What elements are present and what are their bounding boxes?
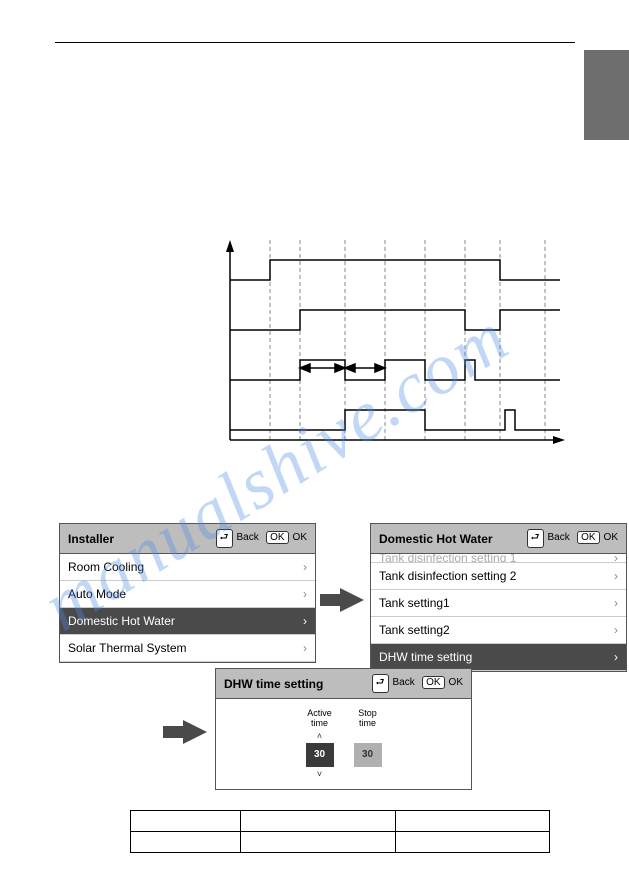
- dhw-header-actions: ⮐ Back OK OK: [523, 529, 618, 548]
- time-header: DHW time setting ⮐ Back OK OK: [216, 669, 471, 699]
- installer-panel: Installer ⮐ Back OK OK Room Cooling › Auto …: [59, 523, 316, 663]
- chevron-right-icon: ›: [614, 554, 618, 563]
- installer-header: Installer ⮐ Back OK OK: [60, 524, 315, 554]
- chevron-right-icon: ›: [614, 569, 618, 583]
- chevron-right-icon: ›: [303, 641, 307, 655]
- menu-item-label: Solar Thermal System: [68, 641, 186, 655]
- chevron-right-icon: ›: [614, 623, 618, 637]
- flow-arrow-icon: [183, 720, 207, 744]
- back-icon[interactable]: ⮐: [372, 674, 389, 693]
- menu-room-cooling[interactable]: Room Cooling ›: [60, 554, 315, 581]
- ok-label: OK: [604, 532, 618, 543]
- stop-time-col: Stop time ˄ 30 ˅: [354, 709, 382, 779]
- back-label: Back: [237, 532, 259, 543]
- menu-tank-disinfection-1[interactable]: Tank disinfection setting 1 ›: [371, 554, 626, 563]
- active-time-col: Active time ˄ 30 ˅: [306, 709, 334, 779]
- flow-arrow-body: [163, 726, 183, 738]
- ok-icon[interactable]: OK: [577, 531, 599, 544]
- back-label: Back: [548, 532, 570, 543]
- menu-item-label: Tank disinfection setting 2: [379, 569, 516, 583]
- chevron-right-icon: ›: [303, 560, 307, 574]
- dhw-panel: Domestic Hot Water ⮐ Back OK OK Tank disin…: [370, 523, 627, 672]
- installer-title: Installer: [68, 532, 114, 546]
- menu-item-label: Tank setting2: [379, 623, 450, 637]
- menu-tank-disinfection-2[interactable]: Tank disinfection setting 2 ›: [371, 563, 626, 590]
- menu-dhw-time-setting[interactable]: DHW time setting ›: [371, 644, 626, 671]
- menu-domestic-hot-water[interactable]: Domestic Hot Water ›: [60, 608, 315, 635]
- menu-item-label: Room Cooling: [68, 560, 144, 574]
- time-header-actions: ⮐ Back OK OK: [368, 674, 463, 693]
- dhw-title: Domestic Hot Water: [379, 532, 493, 546]
- table-row: [131, 832, 550, 853]
- back-icon[interactable]: ⮐: [216, 529, 233, 548]
- ok-label: OK: [449, 677, 463, 688]
- menu-item-label: Auto Mode: [68, 587, 126, 601]
- stop-time-value[interactable]: 30: [354, 743, 382, 767]
- menu-item-label: DHW time setting: [379, 650, 472, 664]
- menu-item-label: Domestic Hot Water: [68, 614, 175, 628]
- empty-table: [130, 810, 550, 853]
- chevron-right-icon: ›: [303, 587, 307, 601]
- menu-auto-mode[interactable]: Auto Mode ›: [60, 581, 315, 608]
- ok-icon[interactable]: OK: [422, 676, 444, 689]
- top-divider: [55, 42, 575, 43]
- time-title: DHW time setting: [224, 677, 323, 691]
- caret-down-icon[interactable]: ˅: [317, 769, 322, 779]
- menu-tank-setting-2[interactable]: Tank setting2 ›: [371, 617, 626, 644]
- active-time-label: Active time: [307, 709, 332, 729]
- chevron-right-icon: ›: [614, 650, 618, 664]
- dhw-time-panel: DHW time setting ⮐ Back OK OK Active time …: [215, 668, 472, 790]
- table-row: [131, 811, 550, 832]
- back-icon[interactable]: ⮐: [527, 529, 544, 548]
- menu-solar-thermal[interactable]: Solar Thermal System ›: [60, 635, 315, 662]
- flow-arrow-body: [320, 594, 340, 606]
- installer-header-actions: ⮐ Back OK OK: [212, 529, 307, 548]
- dhw-header: Domestic Hot Water ⮐ Back OK OK: [371, 524, 626, 554]
- time-body: Active time ˄ 30 ˅ Stop time ˄ 30 ˅: [216, 699, 471, 789]
- caret-up-icon[interactable]: ˄: [317, 731, 322, 741]
- timing-diagram: [215, 240, 565, 450]
- chevron-right-icon: ›: [614, 596, 618, 610]
- ok-icon[interactable]: OK: [266, 531, 288, 544]
- active-time-value[interactable]: 30: [306, 743, 334, 767]
- menu-item-label: Tank setting1: [379, 596, 450, 610]
- back-label: Back: [393, 677, 415, 688]
- chevron-right-icon: ›: [303, 614, 307, 628]
- page-side-tab: [584, 50, 629, 140]
- ok-label: OK: [293, 532, 307, 543]
- menu-tank-setting-1[interactable]: Tank setting1 ›: [371, 590, 626, 617]
- stop-time-label: Stop time: [358, 709, 377, 729]
- flow-arrow-icon: [340, 588, 364, 612]
- menu-item-label: Tank disinfection setting 1: [379, 554, 516, 563]
